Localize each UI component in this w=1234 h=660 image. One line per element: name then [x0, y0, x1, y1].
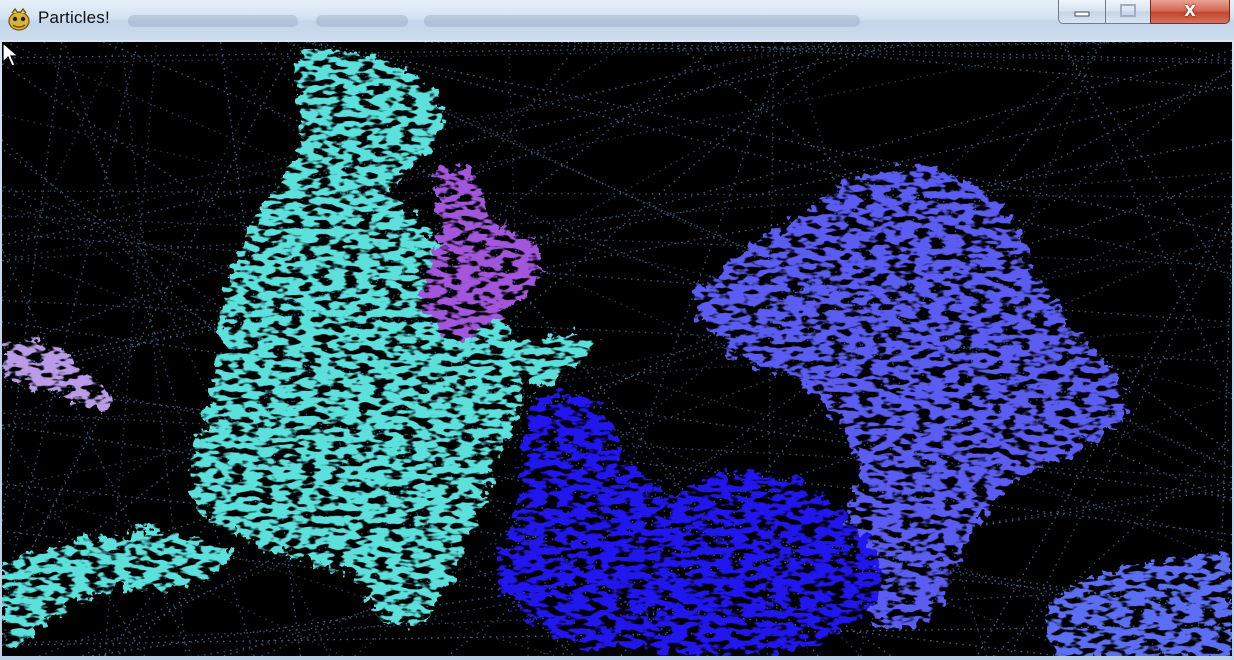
particle-trail: [2, 42, 139, 603]
window-title: Particles!: [38, 8, 110, 27]
maximize-icon: [1120, 4, 1136, 17]
particle-canvas[interactable]: [2, 42, 1232, 656]
particle-trail: [2, 215, 1232, 267]
mouse-pointer-icon: [2, 42, 20, 67]
lavender-cluster: [3, 340, 112, 409]
title-bar-blur: [424, 15, 860, 27]
particle-trail: [2, 42, 119, 299]
minimize-icon: [1074, 11, 1090, 17]
particle-scene: [2, 42, 1232, 656]
particle-trail: [2, 42, 1140, 59]
pygame-snake-icon: [8, 7, 30, 31]
maximize-button[interactable]: [1105, 0, 1151, 24]
particle-clusters: [2, 49, 1232, 656]
title-bar-blur: [316, 15, 408, 27]
particle-trail: [2, 42, 63, 523]
particle-trail: [708, 42, 1232, 90]
corner-blue-cluster: [1046, 552, 1232, 656]
particle-trail: [1063, 42, 1232, 400]
app-window: Particles! X: [0, 0, 1234, 660]
violet-cluster: [417, 167, 543, 342]
title-bar[interactable]: Particles! X: [0, 0, 1234, 40]
particle-trail: [555, 42, 1232, 62]
close-button[interactable]: X: [1150, 0, 1230, 24]
title-bar-blur: [128, 15, 298, 27]
particle-trail: [2, 42, 1168, 65]
minimize-button[interactable]: [1058, 0, 1106, 24]
particle-trail: [2, 190, 1232, 198]
particle-trail: [1170, 42, 1232, 62]
close-icon: X: [1184, 2, 1196, 20]
